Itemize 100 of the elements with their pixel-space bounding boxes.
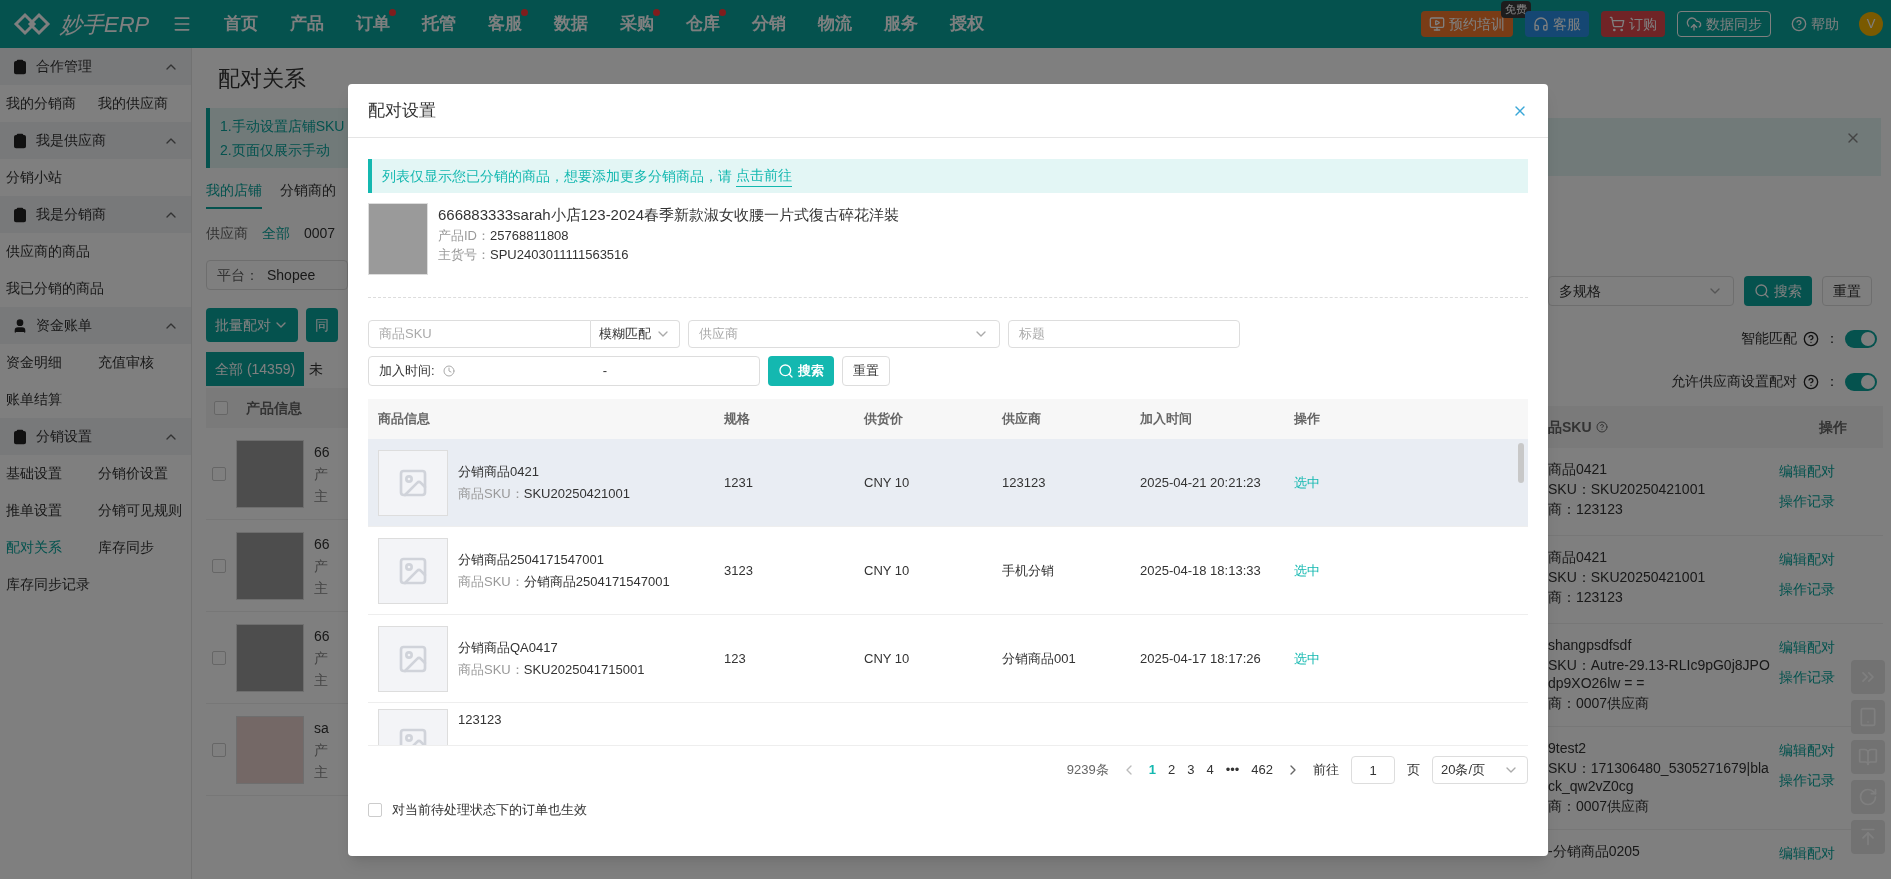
sidebar-item[interactable]: 我已分销的商品: [0, 270, 191, 307]
sidebar-item[interactable]: 账单结算: [0, 381, 92, 418]
date-separator: -: [602, 362, 607, 381]
checkbox[interactable]: [368, 802, 382, 817]
search-button[interactable]: 搜索: [1744, 276, 1812, 306]
page-input[interactable]: 1: [1351, 756, 1395, 784]
user-icon: [12, 317, 28, 334]
nav-item[interactable]: 订单: [340, 3, 406, 45]
menu-icon[interactable]: [172, 14, 192, 34]
nav-item[interactable]: 首页: [208, 3, 274, 45]
sidebar-item[interactable]: 库存同步: [92, 529, 191, 566]
nav-item[interactable]: 授权: [934, 3, 1000, 45]
status-tab[interactable]: 全部 (14359): [206, 352, 305, 386]
sidebar-item[interactable]: 充值审核: [92, 344, 191, 381]
sidebar-group-header[interactable]: 资金账单: [0, 307, 191, 344]
row-link[interactable]: 编辑配对: [1779, 844, 1835, 862]
product-text: 66: [314, 442, 330, 462]
help-button[interactable]: 帮助: [1783, 11, 1847, 37]
switch-label: 智能匹配: [1741, 329, 1797, 348]
platform-select[interactable]: 平台： Shopee: [206, 260, 348, 290]
page-number[interactable]: 2: [1167, 760, 1176, 780]
page-number[interactable]: 3: [1187, 760, 1195, 780]
filter-option[interactable]: 全部: [262, 223, 290, 244]
sidebar-group-header[interactable]: 合作管理: [0, 48, 191, 85]
nav-item[interactable]: 数据: [538, 3, 604, 45]
sidebar-item[interactable]: 分销小站: [0, 159, 92, 196]
scrollbar: [1518, 443, 1524, 483]
select-link[interactable]: 选中: [1278, 472, 1336, 493]
sidebar-item[interactable]: 我的分销商: [0, 85, 92, 122]
sku-search-field[interactable]: 商品SKU: [368, 320, 591, 348]
sidebar-group-header[interactable]: 我是供应商: [0, 122, 191, 159]
search-button[interactable]: 搜索: [768, 356, 834, 386]
action-button[interactable]: 批量配对: [206, 308, 298, 342]
sidebar-item[interactable]: 我的供应商: [92, 85, 191, 122]
nav-item[interactable]: 服务: [868, 3, 934, 45]
sidebar-item[interactable]: 配对关系: [0, 529, 92, 566]
row-link[interactable]: 编辑配对: [1779, 638, 1835, 656]
sidebar-group-header[interactable]: 分销设置: [0, 418, 191, 455]
toggle-switch[interactable]: [1845, 329, 1877, 348]
checkbox[interactable]: [212, 650, 226, 665]
row-link[interactable]: 操作记录: [1779, 771, 1835, 789]
select-link[interactable]: 选中: [1278, 560, 1336, 581]
sidebar-item[interactable]: 分销可见规则: [92, 492, 191, 529]
goto-link[interactable]: 点击前往: [736, 165, 792, 187]
sidebar-item[interactable]: 基础设置: [0, 455, 92, 492]
sidebar-item[interactable]: 推单设置: [0, 492, 92, 529]
reset-button[interactable]: 重置: [1822, 276, 1872, 306]
checkbox[interactable]: [212, 742, 226, 757]
date-range-field[interactable]: 加入时间: -: [368, 356, 760, 386]
sidebar-item[interactable]: 分销价设置: [92, 455, 191, 492]
nav-item[interactable]: 托管: [406, 3, 472, 45]
sidebar-item[interactable]: 供应商的商品: [0, 233, 191, 270]
checkbox[interactable]: [214, 401, 228, 415]
nav-item[interactable]: 物流: [802, 3, 868, 45]
select-link[interactable]: 选中: [1278, 648, 1336, 669]
checkbox[interactable]: [212, 466, 226, 481]
avatar[interactable]: V: [1859, 12, 1883, 36]
page-number[interactable]: 1: [1148, 760, 1156, 780]
toggle-switch[interactable]: [1845, 372, 1877, 391]
product-text: 商：123123: [1548, 588, 1624, 606]
match-mode-select[interactable]: 模糊匹配: [591, 320, 680, 348]
page-size-select[interactable]: 20条/页: [1432, 756, 1528, 784]
nav-item[interactable]: 采购: [604, 3, 670, 45]
column-header: 操作: [1293, 410, 1321, 429]
page-number[interactable]: 462: [1251, 760, 1273, 780]
row-link[interactable]: 操作记录: [1779, 492, 1835, 510]
service-button[interactable]: 客服: [1525, 11, 1589, 37]
total-count: 9239条: [1066, 761, 1109, 780]
row-link[interactable]: 编辑配对: [1779, 550, 1835, 568]
action-button[interactable]: 同: [306, 308, 338, 342]
filter-label: 供应商: [206, 224, 248, 243]
reset-button[interactable]: 重置: [842, 356, 890, 386]
sync-button[interactable]: 数据同步: [1677, 11, 1771, 37]
row-link[interactable]: 编辑配对: [1779, 741, 1835, 759]
row-link[interactable]: 操作记录: [1779, 580, 1835, 598]
column-header: 供货价: [864, 410, 904, 429]
status-tab[interactable]: 未: [304, 352, 329, 386]
nav-item[interactable]: 仓库: [670, 3, 736, 45]
nav-item[interactable]: 分销: [736, 3, 802, 45]
page-unit: 页: [1407, 761, 1420, 780]
tab[interactable]: 分销商的: [280, 180, 336, 209]
supplier-select[interactable]: 供应商: [688, 320, 1000, 348]
row-link[interactable]: 编辑配对: [1779, 462, 1835, 480]
product-text: shangpsdfsdf: [1548, 636, 1633, 654]
row-link[interactable]: 操作记录: [1779, 668, 1835, 686]
nav-item[interactable]: 客服: [472, 3, 538, 45]
sidebar-group-header[interactable]: 我是分销商: [0, 196, 191, 233]
sidebar-item[interactable]: 资金明细: [0, 344, 92, 381]
column-header: 操作: [1819, 417, 1847, 437]
table-row[interactable]: 分销商品0421 商品SKU：SKU20250421001 1231 CNY 10 123123 2025-04-21 20:21:23 选中: [368, 439, 1528, 527]
page-number[interactable]: •••: [1225, 760, 1240, 780]
page-number[interactable]: 4: [1206, 760, 1214, 780]
spec-select[interactable]: 多规格: [1548, 276, 1734, 306]
filter-option[interactable]: 0007: [304, 223, 336, 244]
tab[interactable]: 我的店铺: [206, 180, 262, 209]
order-button[interactable]: 订购: [1601, 11, 1665, 37]
sidebar-item[interactable]: 库存同步记录: [0, 566, 92, 603]
checkbox[interactable]: [212, 558, 226, 573]
nav-item[interactable]: 产品: [274, 3, 340, 45]
title-field[interactable]: 标题: [1008, 320, 1240, 348]
